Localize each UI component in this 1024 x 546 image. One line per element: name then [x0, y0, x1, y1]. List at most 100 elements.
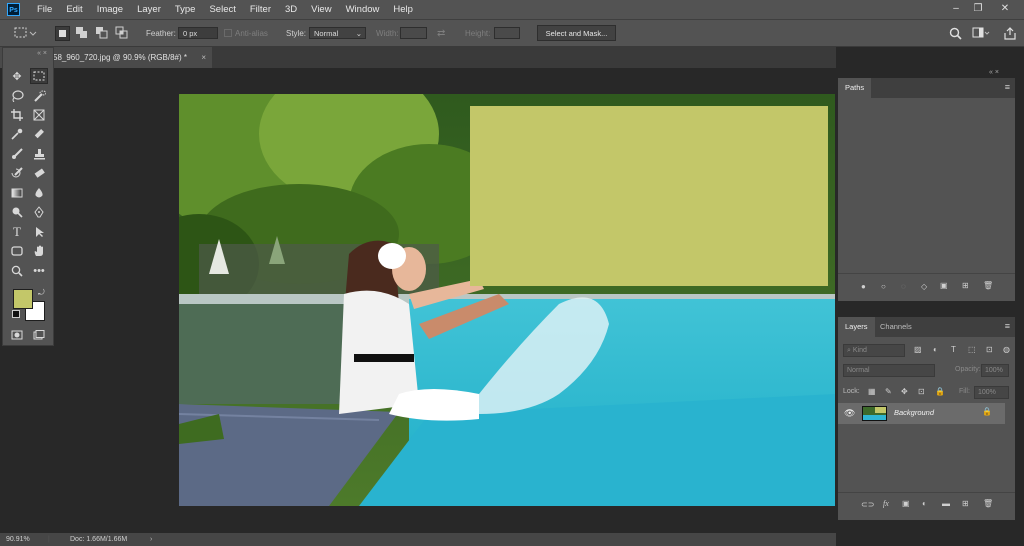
gradient-tool-icon[interactable]	[8, 185, 26, 201]
search-icon[interactable]	[949, 20, 962, 46]
make-work-path-icon[interactable]: ◇	[921, 282, 927, 291]
swap-colors-icon[interactable]: ⤾	[38, 288, 45, 298]
toolbox-collapse-icon[interactable]: « ×	[3, 48, 53, 59]
menu-layer[interactable]: Layer	[130, 4, 168, 15]
pen-tool-icon[interactable]	[30, 204, 48, 220]
fill-input[interactable]: 100%	[974, 386, 1009, 399]
layer-style-icon[interactable]: fx	[883, 499, 889, 508]
load-path-selection-icon[interactable]: ◌	[901, 282, 906, 291]
brush-tool-icon[interactable]	[8, 146, 26, 162]
status-menu-icon[interactable]: ›	[150, 533, 152, 546]
blend-mode-select[interactable]: Normal	[843, 364, 935, 377]
filter-pixel-icon[interactable]: ▨	[914, 345, 922, 354]
tab-layers[interactable]: Layers	[838, 317, 875, 337]
tool-preset-picker[interactable]	[14, 20, 38, 46]
menu-view[interactable]: View	[304, 4, 338, 15]
height-input[interactable]	[494, 27, 520, 39]
fill-path-icon[interactable]: ●	[861, 282, 866, 291]
menu-filter[interactable]: Filter	[243, 4, 278, 15]
new-group-icon[interactable]: ▬	[942, 499, 950, 508]
hand-tool-icon[interactable]	[30, 243, 48, 259]
link-layers-icon[interactable]: ⊂⊃	[861, 500, 874, 509]
workspace-icon[interactable]	[972, 20, 990, 46]
frame-tool-icon[interactable]	[30, 107, 48, 123]
history-brush-tool-icon[interactable]	[8, 165, 26, 181]
filter-shape-icon[interactable]: ⬚	[968, 345, 976, 354]
screen-mode-icon[interactable]	[30, 327, 48, 343]
quick-selection-tool-icon[interactable]	[30, 88, 48, 104]
style-select[interactable]: Normal ⌄	[309, 27, 366, 39]
select-and-mask-button[interactable]: Select and Mask...	[537, 25, 616, 41]
minimize-button[interactable]: –	[945, 0, 967, 19]
healing-brush-tool-icon[interactable]	[30, 126, 48, 142]
restore-button[interactable]: ❐	[967, 0, 989, 19]
lock-position-icon[interactable]: ✥	[901, 387, 908, 396]
move-tool-icon[interactable]: ✥	[8, 68, 26, 84]
zoom-level[interactable]: 90.91%	[6, 533, 30, 546]
layer-name[interactable]: Background	[894, 408, 934, 417]
close-tab-icon[interactable]: ×	[201, 47, 206, 68]
menu-file[interactable]: File	[30, 4, 59, 15]
opacity-input[interactable]: 100%	[981, 364, 1009, 377]
menu-edit[interactable]: Edit	[59, 4, 89, 15]
zoom-tool-icon[interactable]	[8, 263, 26, 279]
more-tools-icon[interactable]: •••	[30, 263, 48, 279]
width-input[interactable]	[400, 27, 427, 39]
new-path-icon[interactable]: ⊞	[962, 281, 969, 290]
anti-alias-checkbox[interactable]: Anti-alias	[224, 20, 268, 46]
share-icon[interactable]	[1004, 20, 1016, 46]
eyedropper-tool-icon[interactable]	[8, 126, 26, 142]
menu-image[interactable]: Image	[90, 4, 130, 15]
rectangle-tool-icon[interactable]	[8, 243, 26, 259]
path-selection-tool-icon[interactable]	[30, 224, 48, 240]
add-to-selection-button[interactable]	[75, 26, 88, 39]
new-adjustment-layer-icon[interactable]: ◐	[922, 499, 927, 508]
tab-channels[interactable]: Channels	[873, 317, 919, 337]
intersect-selection-button[interactable]	[115, 26, 128, 39]
menu-type[interactable]: Type	[168, 4, 203, 15]
new-selection-button[interactable]	[55, 26, 70, 41]
lock-artboard-icon[interactable]: ⊡	[918, 387, 925, 396]
eraser-tool-icon[interactable]	[30, 165, 48, 181]
delete-layer-icon[interactable]: 🗑	[983, 499, 993, 508]
menu-help[interactable]: Help	[386, 4, 420, 15]
overlay-rectangle[interactable]	[470, 106, 828, 286]
lasso-tool-icon[interactable]	[8, 88, 26, 104]
layer-filter-kind[interactable]: ⌕ Kind	[843, 344, 905, 357]
dodge-tool-icon[interactable]	[8, 204, 26, 220]
filter-type-icon[interactable]: T	[951, 345, 956, 354]
subtract-from-selection-button[interactable]	[95, 26, 108, 39]
close-window-button[interactable]: ✕	[994, 0, 1016, 19]
menu-3d[interactable]: 3D	[278, 4, 304, 15]
rectangular-marquee-tool-icon[interactable]	[30, 68, 48, 84]
feather-input[interactable]: 0 px	[178, 27, 218, 39]
lock-transparent-icon[interactable]: ▦	[868, 387, 876, 396]
eye-icon[interactable]: 👁	[844, 408, 855, 419]
panel-menu-icon[interactable]: ≡	[1005, 82, 1010, 92]
add-mask-icon[interactable]: ▣	[940, 281, 948, 290]
filter-smart-object-icon[interactable]: ⊡	[986, 345, 993, 354]
swap-width-height-icon[interactable]: ⇄	[437, 20, 445, 46]
clone-stamp-tool-icon[interactable]	[30, 146, 48, 162]
quick-mask-icon[interactable]	[8, 327, 26, 343]
menu-window[interactable]: Window	[339, 4, 387, 15]
crop-tool-icon[interactable]	[8, 107, 26, 123]
collapse-dock-icon[interactable]: « ×	[989, 69, 999, 76]
foreground-color-swatch[interactable]	[13, 289, 33, 309]
panel-divider	[838, 273, 1015, 274]
new-layer-icon[interactable]: ⊞	[962, 499, 969, 508]
tab-paths[interactable]: Paths	[838, 78, 872, 98]
stroke-path-icon[interactable]: ○	[881, 282, 886, 291]
filter-adjustment-icon[interactable]: ◐	[933, 345, 938, 354]
type-tool-icon[interactable]: T	[8, 224, 26, 240]
layers-panel-menu-icon[interactable]: ≡	[1005, 321, 1010, 331]
blur-tool-icon[interactable]	[30, 185, 48, 201]
layer-row[interactable]: 👁 Background 🔒	[838, 403, 1005, 424]
menu-select[interactable]: Select	[202, 4, 242, 15]
default-colors-icon[interactable]	[12, 310, 20, 318]
filter-toggle-icon[interactable]: ◍	[1003, 345, 1010, 354]
add-layer-mask-icon[interactable]: ▣	[902, 499, 910, 508]
lock-image-icon[interactable]: ✎	[885, 387, 892, 396]
lock-all-icon[interactable]: 🔒	[935, 387, 945, 396]
delete-path-icon[interactable]: 🗑	[983, 281, 993, 290]
